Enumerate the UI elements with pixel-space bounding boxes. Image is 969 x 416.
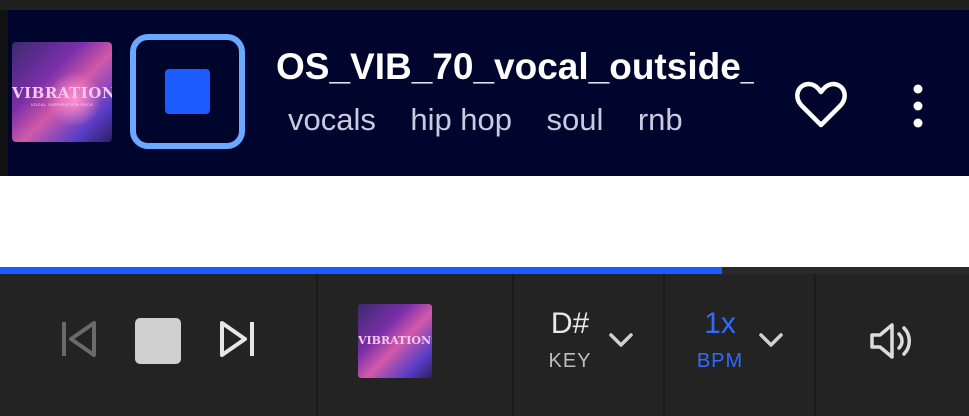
tag-vocals[interactable]: vocals: [288, 98, 376, 142]
track-tags: vocals hip hop soul rnb: [288, 98, 748, 142]
bpm-selector[interactable]: 1x BPM: [690, 302, 790, 382]
chevron-down-icon: [759, 333, 783, 347]
tag-soul[interactable]: soul: [547, 98, 604, 142]
artwork-subtitle: VOCAL INSPIRATION PACK: [30, 102, 94, 107]
stop-icon: [165, 69, 210, 114]
track-stop-button[interactable]: [130, 34, 245, 149]
key-selector[interactable]: D# KEY: [540, 302, 640, 382]
tag-hip-hop[interactable]: hip hop: [410, 98, 512, 142]
key-label: KEY: [548, 350, 592, 372]
track-title[interactable]: OS_VIB_70_vocal_outside_lovers: [276, 42, 754, 92]
artwork-title: VIBRATIONS: [12, 84, 112, 102]
tag-rnb[interactable]: rnb: [638, 98, 683, 142]
more-vertical-icon[interactable]: [901, 80, 935, 134]
bpm-label: BPM: [696, 350, 744, 372]
player-divider: [814, 274, 816, 416]
top-divider: [0, 0, 969, 10]
bpm-value: 1x: [704, 307, 736, 340]
playback-progress-bar[interactable]: [0, 267, 969, 274]
mini-artwork-title: VIBRATIONS: [358, 333, 432, 347]
player-divider: [512, 274, 514, 416]
skip-next-icon[interactable]: [216, 318, 258, 360]
key-value: D#: [550, 307, 590, 340]
heart-icon[interactable]: [794, 80, 848, 130]
player-divider: [316, 274, 318, 416]
skip-previous-icon[interactable]: [58, 318, 100, 360]
player-artwork[interactable]: VIBRATIONS: [358, 304, 432, 378]
track-row[interactable]: VIBRATIONS VOCAL INSPIRATION PACK OS_VIB…: [0, 10, 969, 176]
chevron-down-icon: [609, 333, 633, 347]
playback-progress-fill: [0, 267, 722, 274]
volume-icon[interactable]: [868, 320, 914, 362]
track-artwork: VIBRATIONS VOCAL INSPIRATION PACK: [12, 42, 112, 142]
player-bar: VIBRATIONS D# KEY 1x BPM: [0, 274, 969, 416]
player-divider: [663, 274, 665, 416]
player-stop-button[interactable]: [135, 318, 181, 364]
